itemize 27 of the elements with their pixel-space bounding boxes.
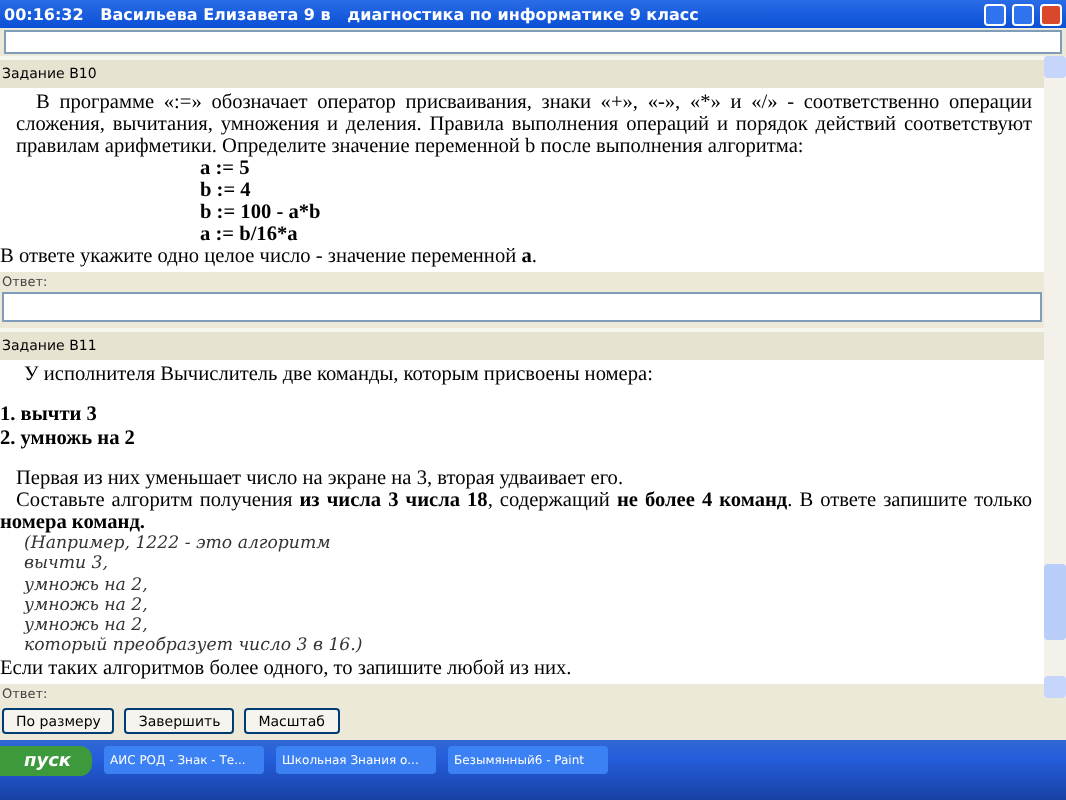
paragraph: Первая из них уменьшает число на экране на 3, вторая удваивает его. [14, 468, 626, 490]
example-line: умножь на 2, [21, 616, 148, 637]
minimize-icon[interactable] [984, 3, 1006, 25]
close-icon[interactable] [1040, 3, 1062, 25]
start-button[interactable]: пуск [0, 746, 92, 776]
paragraph: У исполнителя Вычислитель две команды, которым присвоены номера: [22, 364, 655, 386]
input-field[interactable] [4, 30, 1062, 54]
command-line: 1. вычти 3 [0, 404, 99, 426]
scrollbar[interactable] [1044, 56, 1066, 698]
command-line: 2. умножь на 2 [0, 428, 137, 450]
paragraph: В ответе укажите одно целое число - значение переменной a. [0, 246, 539, 268]
window-title: 00:16:32 Васильева Елизавета 9 в диагностика по информатике 9 класс [4, 5, 701, 23]
scroll-thumb[interactable] [1044, 564, 1066, 640]
example-line: (Например, 1222 - это алгоритм [22, 534, 333, 555]
example-line: который преобразует число 3 в 16.) [22, 636, 365, 658]
code-line: b := 100 - a*b [198, 202, 323, 224]
maximize-icon[interactable] [1012, 3, 1034, 25]
paragraph: Если таких алгоритмов более одного, то запишите любой из них. [0, 657, 574, 680]
code-line: a := b/16*a [198, 224, 300, 246]
code-line: b := 4 [198, 180, 253, 202]
paragraph: В программе «:=» обозначает оператор присваивания, знаки «+», «-», «*» и «/» - соответственно операции сложения, вычитания, умножения и деления. Правила выполнения операций и порядок действий соответствуют правилам арифметики. Определите значение переменной b после выполнения алгоритма: [14, 92, 1032, 158]
example-line: умножь на 2, [21, 595, 150, 617]
example-line: вычти 3, [22, 554, 110, 576]
example-line: умножь на 2, [21, 575, 150, 596]
code-line: a := 5 [198, 158, 252, 180]
answer-field[interactable] [2, 292, 1042, 322]
paragraph: Составьте алгоритм получения из числа 3 числа 18, содержащий не более 4 команд. В ответе запишите только номера команд. [0, 490, 1032, 534]
